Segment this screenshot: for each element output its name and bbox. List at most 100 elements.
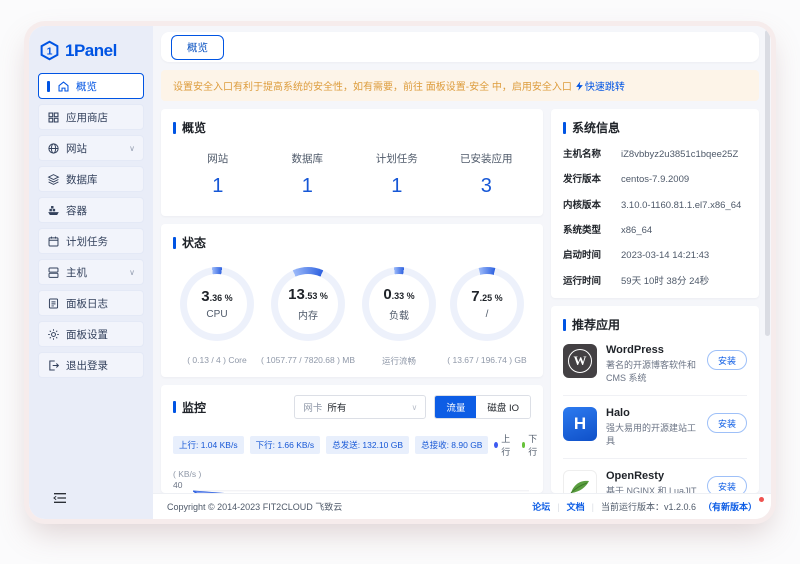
sidebar-item-host[interactable]: 主机 ∨	[38, 259, 144, 285]
badge-upstream: 上行: 1.04 KB/s	[173, 436, 244, 454]
sidebar-item-cronjob[interactable]: 计划任务	[38, 228, 144, 254]
chevron-down-icon: ∨	[129, 268, 135, 277]
forum-link[interactable]: 论坛	[532, 500, 550, 513]
stat-cronjobs[interactable]: 计划任务 1	[352, 151, 442, 198]
chevron-down-icon: ∨	[129, 144, 135, 153]
monitor-card-title: 监控	[173, 399, 206, 416]
main-content: 概览 设置安全入口有利于提高系统的安全性，如有需要，前往 面板设置-安全 中，启…	[153, 26, 771, 493]
banner-text: 设置安全入口有利于提高系统的安全性，如有需要，前往 面板设置-安全 中，启用安全…	[173, 78, 572, 93]
badge-total-sent: 总发送: 132.10 GB	[326, 436, 409, 454]
collapse-menu-icon	[53, 492, 67, 504]
brand-name: 1Panel	[65, 41, 117, 61]
toggle-traffic[interactable]: 流量	[435, 396, 476, 418]
chart-legend: 上行 下行	[494, 432, 539, 458]
logout-icon	[47, 359, 60, 372]
badge-total-received: 总接收: 8.90 GB	[415, 436, 488, 454]
y-axis-tick: 40	[173, 480, 182, 490]
legend-dot-up	[494, 442, 498, 448]
app-info: Halo 强大易用的开源建站工具	[606, 407, 698, 447]
install-wordpress-button[interactable]: 安装	[707, 350, 747, 370]
title-bar-accent	[173, 122, 176, 134]
gauge-memory: 13.53 % 内存 ( 1057.77 / 7820.68 ) MB	[261, 267, 355, 367]
gauge-ring: 3.36 % CPU	[180, 267, 254, 341]
overview-card-title: 概览	[173, 119, 531, 136]
app-info: WordPress 著名的开源博客软件和 CMS 系统	[606, 344, 698, 384]
network-interface-select[interactable]: 网卡 所有 ∨	[294, 395, 426, 419]
info-row-uptime: 运行时间 59天 10时 38分 24秒	[563, 276, 747, 288]
log-icon	[47, 297, 60, 310]
sidebar-item-appstore[interactable]: 应用商店	[38, 104, 144, 130]
info-row-boot-time: 启动时间 2023-03-14 14:21:43	[563, 250, 747, 262]
sidebar-item-label: 应用商店	[66, 110, 108, 125]
appstore-icon	[47, 111, 60, 124]
svg-text:1: 1	[47, 45, 53, 57]
wordpress-app-icon: W	[563, 344, 597, 378]
app-row-halo: H Halo 强大易用的开源建站工具 安装	[563, 396, 747, 459]
title-bar-accent	[173, 401, 176, 413]
globe-icon	[47, 142, 60, 155]
stat-installed-apps[interactable]: 已安装应用 3	[442, 151, 532, 198]
traffic-badges: 上行: 1.04 KB/s 下行: 1.66 KB/s 总发送: 132.10 …	[173, 432, 531, 458]
left-column: 概览 网站 1 数据库 1 计划任务	[161, 109, 543, 493]
system-info-title: 系统信息	[563, 119, 747, 136]
halo-app-icon: H	[563, 407, 597, 441]
active-indicator	[47, 81, 50, 92]
new-version-link[interactable]: （有新版本）	[703, 500, 757, 513]
info-row-kernel: 内核版本 3.10.0-1160.81.1.el7.x86_64	[563, 200, 747, 212]
stat-websites[interactable]: 网站 1	[173, 151, 263, 198]
sidebar-item-label: 主机	[66, 265, 87, 280]
sidebar-item-logout[interactable]: 退出登录	[38, 352, 144, 378]
main-area: 概览 设置安全入口有利于提高系统的安全性，如有需要，前往 面板设置-安全 中，启…	[153, 26, 771, 519]
monitor-card: 监控 网卡 所有 ∨ 流量 磁盘 IO	[161, 385, 543, 493]
title-bar-accent	[563, 319, 566, 331]
docs-link[interactable]: 文档	[567, 500, 585, 513]
gauge-cpu: 3.36 % CPU ( 0.13 / 4 ) Core	[173, 267, 261, 367]
sidebar-item-panel-logs[interactable]: 面板日志	[38, 290, 144, 316]
gauge-ring: 13.53 % 内存	[271, 267, 345, 341]
security-warning-banner: 设置安全入口有利于提高系统的安全性，如有需要，前往 面板设置-安全 中，启用安全…	[161, 70, 759, 101]
schedule-icon	[47, 235, 60, 248]
footer: Copyright © 2014-2023 FIT2CLOUD 飞致云 论坛 |…	[153, 493, 771, 519]
brand-logo: 1 1Panel	[29, 34, 153, 73]
host-icon	[47, 266, 60, 279]
sidebar-item-label: 计划任务	[66, 234, 108, 249]
sidebar-item-website[interactable]: 网站 ∨	[38, 135, 144, 161]
app-row-openresty: OpenResty 基于 NGINX 和 LuaJIT 的 Web 平台 安装	[563, 459, 747, 493]
sidebar-item-container[interactable]: 容器	[38, 197, 144, 223]
quick-jump-link[interactable]: 快速跳转	[575, 78, 625, 93]
collapse-sidebar-button[interactable]	[53, 491, 67, 509]
gauge-ring: 0.33 % 负载	[362, 267, 436, 341]
vertical-scrollbar[interactable]	[765, 30, 770, 336]
sidebar-item-label: 面板日志	[66, 296, 108, 311]
update-notification-dot	[759, 497, 764, 502]
openresty-app-icon	[563, 470, 597, 493]
toggle-disk-io[interactable]: 磁盘 IO	[476, 396, 530, 418]
hexagon-logo-icon: 1	[39, 40, 60, 61]
recommended-apps-title: 推荐应用	[563, 316, 747, 333]
container-icon	[47, 204, 60, 217]
gauge-ring: 7.25 % /	[450, 267, 524, 341]
monitor-header: 监控 网卡 所有 ∨ 流量 磁盘 IO	[173, 395, 531, 419]
traffic-chart: 40	[173, 484, 531, 493]
info-row-distro: 发行版本 centos-7.9.2009	[563, 174, 747, 186]
sidebar-item-label: 概览	[76, 79, 97, 94]
title-bar-accent	[563, 122, 566, 134]
version-text: 当前运行版本：v1.2.0.6	[601, 500, 696, 513]
legend-downstream[interactable]: 下行	[522, 432, 540, 458]
sidebar-item-overview[interactable]: 概览	[38, 73, 144, 99]
tab-overview[interactable]: 概览	[171, 35, 224, 60]
legend-upstream[interactable]: 上行	[494, 432, 512, 458]
dashboard-columns: 概览 网站 1 数据库 1 计划任务	[161, 109, 759, 493]
stat-databases[interactable]: 数据库 1	[263, 151, 353, 198]
system-info-card: 系统信息 主机名称 iZ8vbbyz2u3851c1bqee25Z 发行版本 c…	[551, 109, 759, 298]
sidebar-item-panel-settings[interactable]: 面板设置	[38, 321, 144, 347]
recommended-apps-card: 推荐应用 W WordPress 著名的开源博客软件和 CMS 系统 安装 H	[551, 306, 759, 493]
app-row-wordpress: W WordPress 著名的开源博客软件和 CMS 系统 安装	[563, 333, 747, 396]
app-info: OpenResty 基于 NGINX 和 LuaJIT 的 Web 平台	[606, 470, 698, 493]
install-halo-button[interactable]: 安装	[707, 413, 747, 433]
tab-bar: 概览	[161, 32, 759, 62]
gauge-disk-root: 7.25 % / ( 13.67 / 196.74 ) GB	[443, 267, 531, 367]
sidebar-item-database[interactable]: 数据库	[38, 166, 144, 192]
title-bar-accent	[173, 237, 176, 249]
install-openresty-button[interactable]: 安装	[707, 476, 747, 493]
